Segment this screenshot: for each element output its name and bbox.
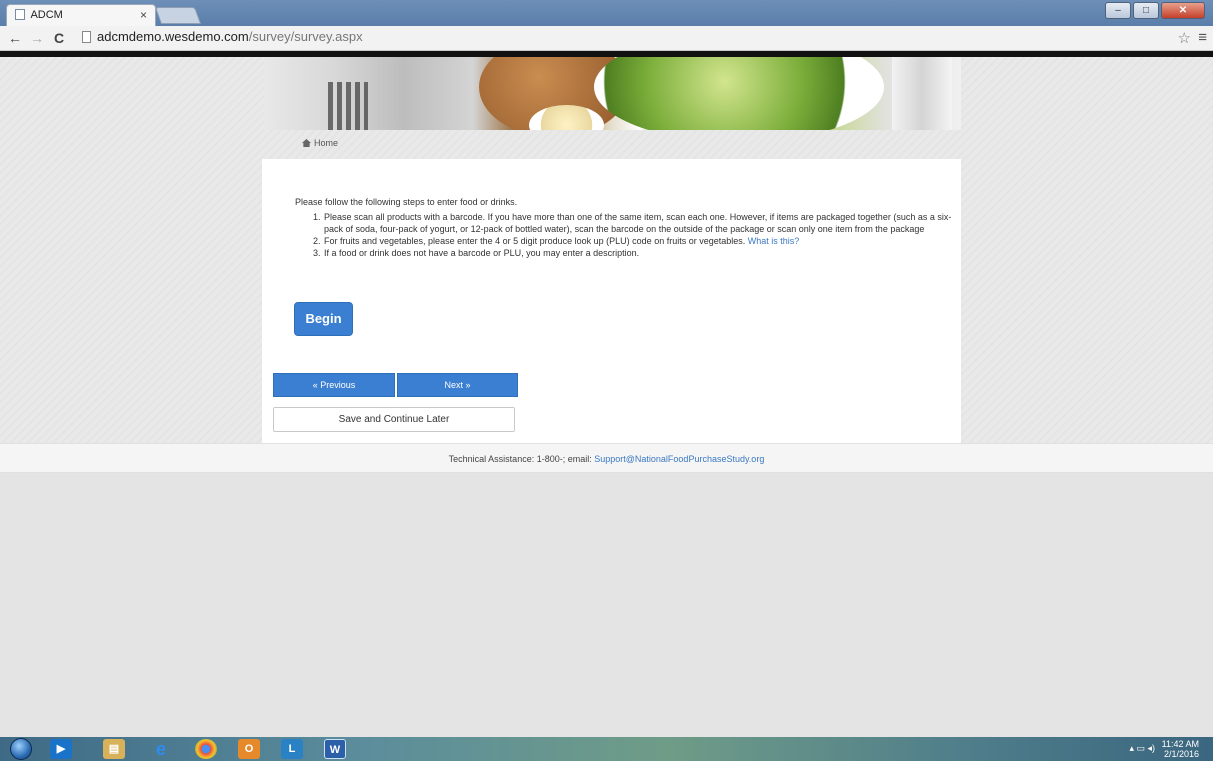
- window-controls: – □ ✕: [1105, 2, 1205, 19]
- home-icon: [302, 139, 311, 147]
- save-continue-later-button[interactable]: Save and Continue Later: [273, 407, 515, 432]
- fork-graphic: [328, 82, 368, 130]
- windows-taskbar: ▶ ▤ e O L W ▴ ▭ ◂) 11:42 AM 2/1/2016: [0, 737, 1213, 761]
- page-empty-area: [0, 474, 1213, 737]
- page-icon: [82, 31, 91, 43]
- url-input[interactable]: adcmdemo.wesdemo.com/survey/survey.aspx: [82, 29, 1162, 47]
- reload-icon[interactable]: C: [54, 30, 64, 46]
- minimize-icon[interactable]: –: [1105, 2, 1131, 19]
- next-button[interactable]: Next »: [397, 373, 518, 397]
- system-tray-icons[interactable]: ▴ ▭ ◂): [1129, 743, 1155, 754]
- browser-titlebar: ADCM × – □ ✕: [0, 0, 1213, 26]
- word-icon[interactable]: W: [324, 739, 346, 759]
- step-number: 2.: [313, 236, 321, 246]
- header-banner-image: [264, 57, 961, 130]
- file-explorer-icon[interactable]: ▤: [103, 739, 125, 759]
- breadcrumb[interactable]: Home: [302, 138, 338, 148]
- media-player-icon[interactable]: ▶: [50, 739, 72, 759]
- breadcrumb-home[interactable]: Home: [314, 138, 338, 148]
- step-text: If a food or drink does not have a barco…: [324, 248, 640, 258]
- step-number: 3.: [313, 248, 321, 258]
- support-email-link[interactable]: Support@NationalFoodPurchaseStudy.org: [594, 454, 764, 464]
- footer-text: Technical Assistance: 1-800-; email:: [448, 454, 592, 464]
- new-tab-button[interactable]: [154, 7, 202, 24]
- tab-close-icon[interactable]: ×: [140, 8, 147, 22]
- clock[interactable]: 11:42 AM 2/1/2016: [1162, 739, 1199, 759]
- glass-graphic: [892, 57, 952, 130]
- clock-date: 2/1/2016: [1163, 749, 1199, 759]
- lync-icon[interactable]: L: [281, 739, 303, 759]
- step-text: Please scan all products with a barcode.…: [324, 212, 952, 234]
- url-domain: adcmdemo.wesdemo.com: [97, 29, 249, 44]
- survey-intro: Please follow the following steps to ent…: [295, 197, 518, 207]
- salad-graphic: [594, 57, 884, 130]
- chrome-icon[interactable]: [195, 739, 217, 759]
- start-button-icon[interactable]: [10, 738, 32, 760]
- forward-arrow-icon[interactable]: →: [30, 30, 44, 46]
- what-is-this-link[interactable]: What is this?: [748, 236, 800, 246]
- list-item: 1. Please scan all products with a barcod…: [313, 211, 953, 235]
- close-window-icon[interactable]: ✕: [1161, 2, 1205, 19]
- browser-tab[interactable]: ADCM ×: [6, 4, 156, 26]
- clock-time: 11:42 AM: [1161, 739, 1199, 749]
- list-item: 2. For fruits and vegetables, please ente…: [313, 235, 953, 247]
- tab-title: ADCM: [30, 9, 63, 21]
- step-text: For fruits and vegetables, please enter …: [324, 236, 746, 246]
- outlook-icon[interactable]: O: [238, 739, 260, 759]
- list-item: 3. If a food or drink does not have a bar…: [313, 247, 953, 259]
- bookmark-star-icon[interactable]: ☆: [1178, 29, 1191, 47]
- internet-explorer-icon[interactable]: e: [150, 739, 172, 759]
- steps-list: 1. Please scan all products with a barcod…: [313, 211, 953, 259]
- maximize-icon[interactable]: □: [1133, 2, 1159, 19]
- url-path: /survey/survey.aspx: [248, 29, 363, 44]
- address-bar: ← → C adcmdemo.wesdemo.com/survey/survey…: [0, 26, 1213, 51]
- footer: Technical Assistance: 1-800-; email: Sup…: [0, 443, 1213, 473]
- browser-menu-icon[interactable]: ≡: [1198, 29, 1207, 46]
- previous-button[interactable]: « Previous: [273, 373, 395, 397]
- back-arrow-icon[interactable]: ←: [8, 30, 22, 46]
- page-favicon-icon: [15, 9, 25, 20]
- step-number: 1.: [313, 212, 321, 222]
- begin-button[interactable]: Begin: [294, 302, 353, 336]
